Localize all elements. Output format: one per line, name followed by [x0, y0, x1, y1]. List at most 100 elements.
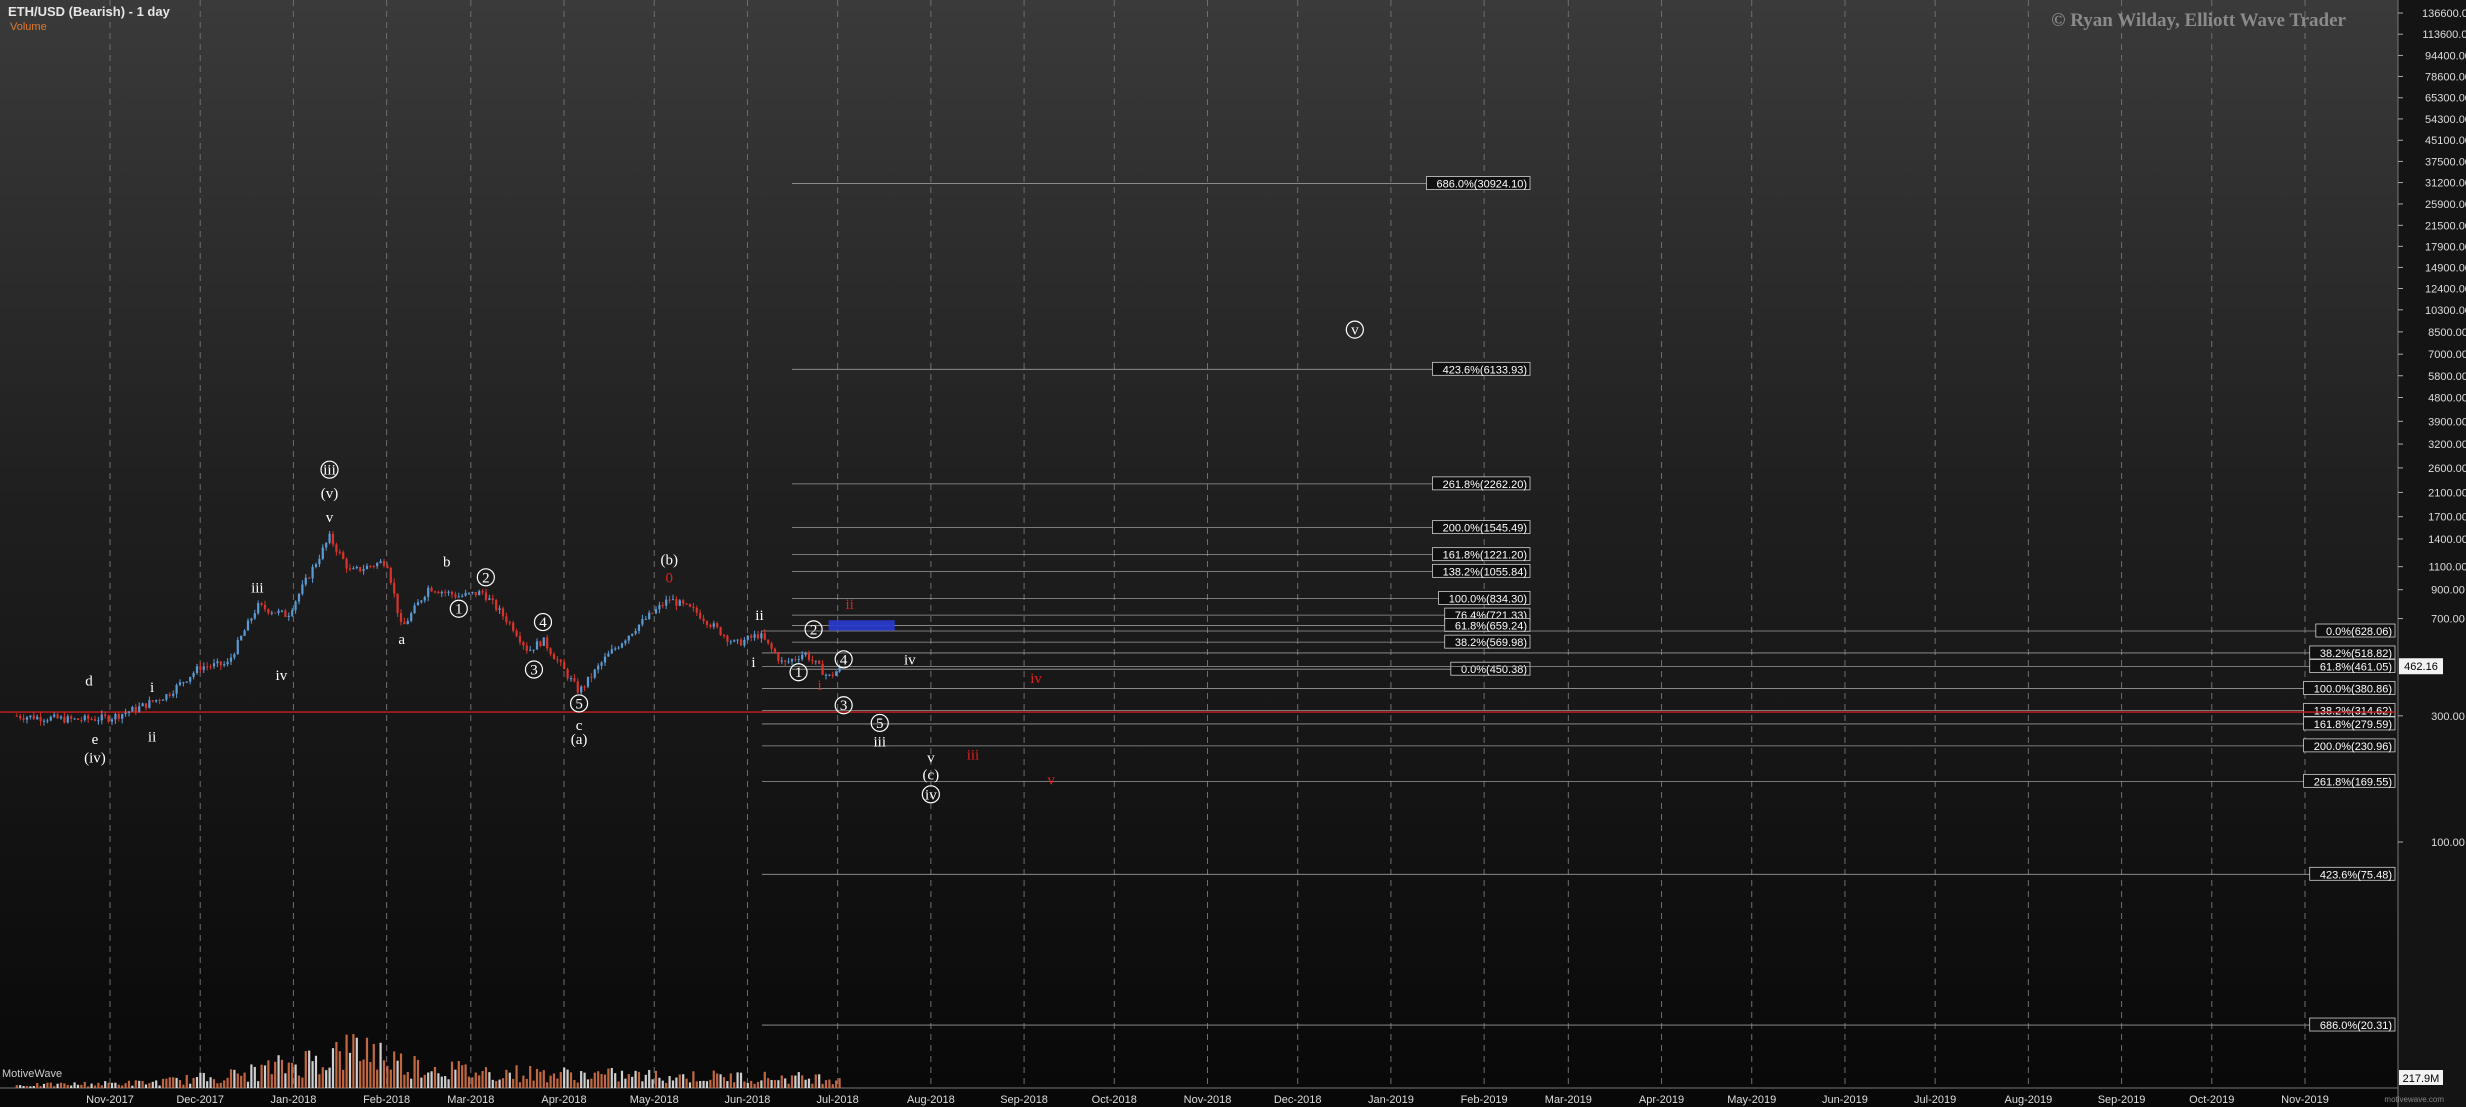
volume-bar [610, 1067, 613, 1088]
volume-bar [682, 1074, 685, 1088]
time-axis-label: Jul-2018 [817, 1094, 859, 1106]
candle-body [413, 605, 416, 614]
time-axis-label: May-2018 [630, 1094, 679, 1106]
time-axis-label: Dec-2017 [176, 1094, 224, 1106]
candle-body [814, 660, 817, 662]
volume-legend: Volume [10, 21, 47, 33]
candle-body [97, 720, 100, 722]
candle-body [379, 561, 382, 563]
volume-bar [484, 1067, 488, 1088]
volume-bar [729, 1073, 732, 1088]
volume-bar [719, 1074, 722, 1088]
price-axis-label: 21500.00 [2425, 220, 2466, 232]
candle-body [590, 676, 593, 678]
candle-body [240, 635, 243, 641]
price-axis-label: 14900.00 [2425, 262, 2466, 274]
volume-bar [202, 1072, 205, 1088]
volume-bar [508, 1072, 511, 1088]
candle-body [304, 577, 307, 585]
volume-bar [325, 1070, 328, 1088]
volume-bar [19, 1085, 22, 1088]
candle-body [637, 624, 641, 631]
volume-bar [736, 1072, 739, 1088]
volume-bar [658, 1077, 661, 1088]
volume-bar [331, 1048, 335, 1088]
time-axis-label: Apr-2018 [541, 1094, 586, 1106]
candle-body [93, 719, 97, 721]
price-axis-label: 5800.00 [2428, 371, 2466, 383]
volume-bar [100, 1085, 103, 1088]
volume-bar [121, 1085, 124, 1088]
volume-bar [379, 1042, 382, 1088]
volume-bar [219, 1082, 222, 1088]
volume-bar [80, 1084, 83, 1088]
candle-body [705, 621, 709, 625]
wave-label: iii [251, 580, 264, 596]
candle-body [671, 599, 675, 601]
volume-bar [580, 1071, 583, 1088]
candle-body [685, 603, 688, 605]
volume-bar [372, 1043, 375, 1088]
candle-body [461, 595, 464, 597]
volume-bar [216, 1083, 219, 1088]
volume-bar [93, 1085, 97, 1088]
candle-body [546, 637, 549, 649]
candle-body [393, 582, 396, 594]
candle-body [484, 592, 488, 600]
candle-body [63, 716, 66, 723]
volume-bar [532, 1080, 535, 1088]
fib-right-label: 261.8%(169.55) [2314, 776, 2392, 788]
candle-body [263, 604, 267, 610]
volume-bar [549, 1075, 552, 1088]
candle-body [134, 706, 137, 712]
volume-bar [110, 1082, 114, 1088]
fib-right-label: 0.0%(628.06) [2326, 626, 2392, 638]
volume-bar [457, 1060, 460, 1088]
candle-body [328, 533, 331, 543]
fib-upper-label: 423.6%(6133.93) [1443, 364, 1527, 376]
candle-body [624, 640, 627, 644]
volume-bar [267, 1060, 270, 1088]
volume-bar [654, 1070, 658, 1088]
volume-bar [559, 1072, 562, 1088]
wave-label: 5 [876, 716, 884, 732]
candle-body [767, 639, 770, 644]
candle-body [100, 714, 103, 721]
price-chart[interactable]: Nov-2017 Dec-2017 Jan-2018 Feb-2018 Mar-2018… [0, 0, 2466, 1107]
volume-bar [321, 1067, 324, 1088]
candle-body [726, 635, 729, 642]
candle-body [216, 661, 219, 664]
candle-body [518, 636, 522, 643]
volume-bar [807, 1078, 811, 1088]
candle-body [542, 637, 545, 646]
volume-bar [437, 1073, 440, 1088]
time-axis-label: Feb-2018 [363, 1094, 410, 1106]
volume-bar [131, 1085, 134, 1088]
volume-bar [444, 1076, 447, 1088]
fib-upper-label: 100.0%(834.30) [1449, 593, 1527, 605]
volume-bar [478, 1075, 481, 1088]
candle-body [369, 565, 372, 567]
candle-body [695, 608, 698, 613]
candle-body [287, 615, 290, 617]
candle-body [131, 706, 134, 712]
volume-bar [168, 1077, 171, 1088]
candle-body [719, 627, 722, 636]
volume-bar [716, 1073, 719, 1088]
volume-bar [620, 1070, 624, 1088]
volume-bar [423, 1074, 426, 1088]
candle-body [260, 603, 263, 605]
time-axis-label: Feb-2019 [1461, 1094, 1508, 1106]
candle-body [32, 715, 35, 720]
candle-body [464, 592, 467, 596]
volume-bar [474, 1072, 477, 1088]
fib-right-label: 38.2%(518.82) [2320, 648, 2392, 660]
candle-body [709, 624, 712, 627]
candle-body [818, 660, 821, 664]
volume-bar [471, 1077, 474, 1088]
volume-bar [22, 1086, 25, 1088]
volume-bar [522, 1075, 525, 1088]
volume-bar [270, 1074, 273, 1088]
wave-label: v [927, 750, 935, 766]
candle-body [158, 699, 161, 701]
